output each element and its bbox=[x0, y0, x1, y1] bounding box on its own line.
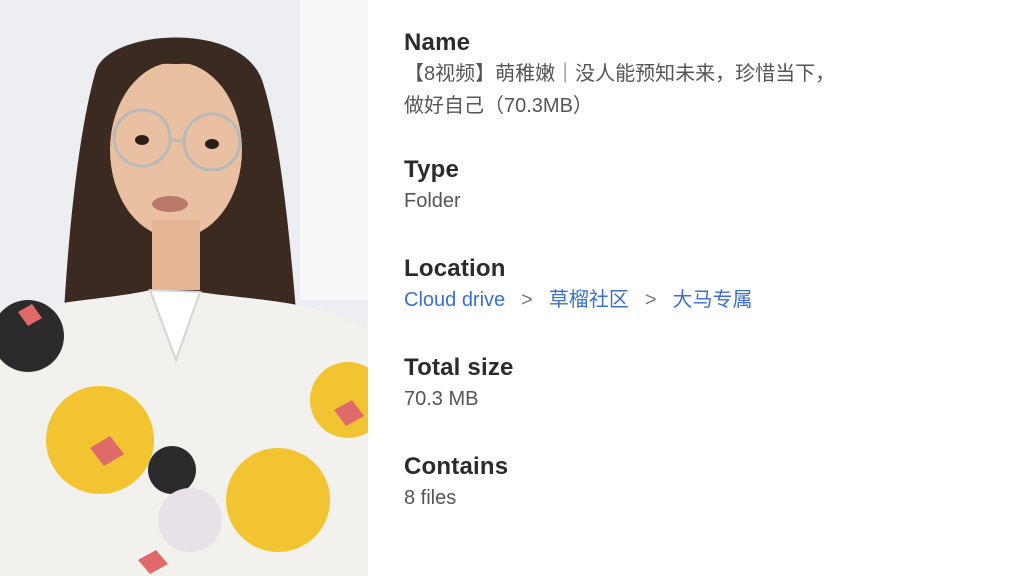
location-section: Location Cloud drive > 草榴社区 > 大马专属 bbox=[404, 254, 1004, 316]
breadcrumb-folder-1[interactable]: 草榴社区 bbox=[549, 284, 629, 316]
total-size-section: Total size 70.3 MB bbox=[404, 353, 1004, 415]
total-size-value: 70.3 MB bbox=[404, 388, 479, 410]
folder-thumbnail-preview bbox=[0, 0, 368, 576]
location-label: Location bbox=[404, 255, 506, 282]
chevron-right-icon: > bbox=[644, 289, 657, 311]
location-breadcrumb: Cloud drive > 草榴社区 > 大马专属 bbox=[404, 284, 1004, 316]
details-list: Name 【8视频】萌稚嫩｜没人能预知未来，珍惜当下， 做好自己（70.3MB）… bbox=[404, 28, 1004, 514]
breadcrumb-cloud-drive[interactable]: Cloud drive bbox=[404, 284, 505, 316]
name-section: Name 【8视频】萌稚嫩｜没人能预知未来，珍惜当下， 做好自己（70.3MB） bbox=[404, 28, 1004, 122]
contains-value: 8 files bbox=[404, 487, 457, 509]
breadcrumb-folder-2[interactable]: 大马专属 bbox=[673, 284, 753, 316]
type-section: Type Folder bbox=[404, 155, 1004, 217]
type-label: Type bbox=[404, 156, 460, 183]
image-thumbnail-icon bbox=[0, 0, 368, 576]
contains-label: Contains bbox=[404, 453, 509, 480]
file-details-panel: Name 【8视频】萌稚嫩｜没人能预知未来，珍惜当下， 做好自己（70.3MB）… bbox=[0, 0, 1024, 576]
name-label: Name bbox=[404, 29, 471, 56]
total-size-label: Total size bbox=[404, 354, 514, 381]
type-value: Folder bbox=[404, 190, 461, 212]
chevron-right-icon: > bbox=[521, 289, 533, 311]
contains-section: Contains 8 files bbox=[404, 452, 1004, 514]
name-value: 【8视频】萌稚嫩｜没人能预知未来，珍惜当下， 做好自己（70.3MB） bbox=[404, 63, 836, 117]
